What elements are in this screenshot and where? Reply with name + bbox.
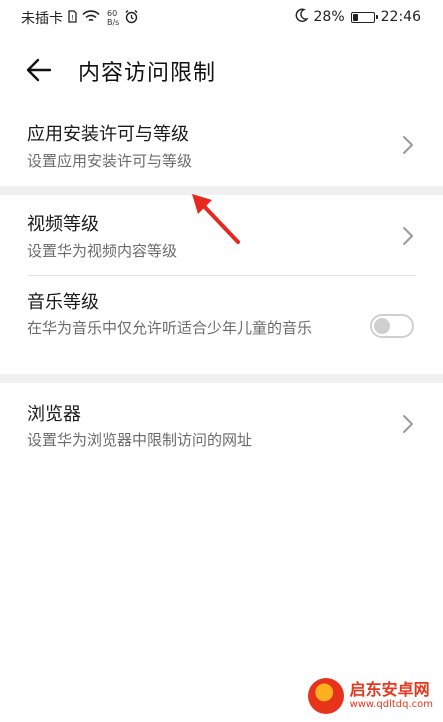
speed-value: 60 <box>107 9 118 18</box>
toggle-knob <box>374 318 390 334</box>
speed-unit: B/s <box>107 18 120 27</box>
section-divider <box>0 374 443 383</box>
sim-icon: ! <box>68 9 77 27</box>
watermark-url: www.qdltdq.com <box>349 699 433 710</box>
alarm-icon <box>124 9 139 28</box>
status-right: 28% 22:46 <box>295 8 421 26</box>
item-title: 应用安装许可与等级 <box>27 124 189 145</box>
music-rating-toggle[interactable] <box>370 314 414 338</box>
status-bar: 未插卡 ! 60 B/s 28% 22:46 <box>0 0 443 34</box>
arrow-left-icon <box>26 58 52 82</box>
item-title: 视频等级 <box>27 214 99 235</box>
app-header: 内容访问限制 <box>0 44 443 96</box>
item-subtitle: 设置华为浏览器中限制访问的网址 <box>27 431 253 449</box>
watermark-text: 启东安卓网 www.qdltdq.com <box>350 681 433 711</box>
page-title: 内容访问限制 <box>78 61 217 86</box>
annotation-arrow-icon <box>192 194 240 244</box>
chevron-right-icon <box>403 136 413 154</box>
status-left: 未插卡 ! 60 B/s <box>21 8 139 28</box>
network-speed: 60 B/s <box>107 9 119 27</box>
settings-item-browser[interactable]: 浏览器 设置华为浏览器中限制访问的网址 <box>0 383 443 463</box>
item-title: 浏览器 <box>27 404 81 425</box>
wifi-icon <box>82 9 100 27</box>
chevron-right-icon <box>403 227 413 245</box>
chevron-right-icon <box>403 415 413 433</box>
battery-fill <box>352 13 358 21</box>
carrier-text: 未插卡 <box>21 11 63 27</box>
watermark: 启东安卓网 www.qdltdq.com <box>307 678 433 714</box>
item-subtitle: 在华为音乐中仅允许听适合少年儿童的音乐 <box>27 319 313 337</box>
item-title: 音乐等级 <box>27 292 99 313</box>
back-button[interactable] <box>24 56 54 84</box>
clock: 22:46 <box>380 9 421 25</box>
battery-percent: 28% <box>313 9 345 25</box>
moon-icon <box>295 8 309 26</box>
settings-item-music-rating: 音乐等级 在华为音乐中仅允许听适合少年儿童的音乐 <box>0 276 443 374</box>
watermark-name: 启东安卓网 <box>349 680 430 699</box>
svg-text:!: ! <box>71 14 74 22</box>
settings-screen: 未插卡 ! 60 B/s 28% 22:46 内容访问限制 应用安装许可与等级 … <box>0 0 443 722</box>
item-subtitle: 设置应用安装许可与等级 <box>27 152 193 170</box>
watermark-logo-icon <box>307 678 344 714</box>
settings-item-app-install[interactable]: 应用安装许可与等级 设置应用安装许可与等级 <box>0 106 443 186</box>
battery-icon <box>350 11 378 23</box>
